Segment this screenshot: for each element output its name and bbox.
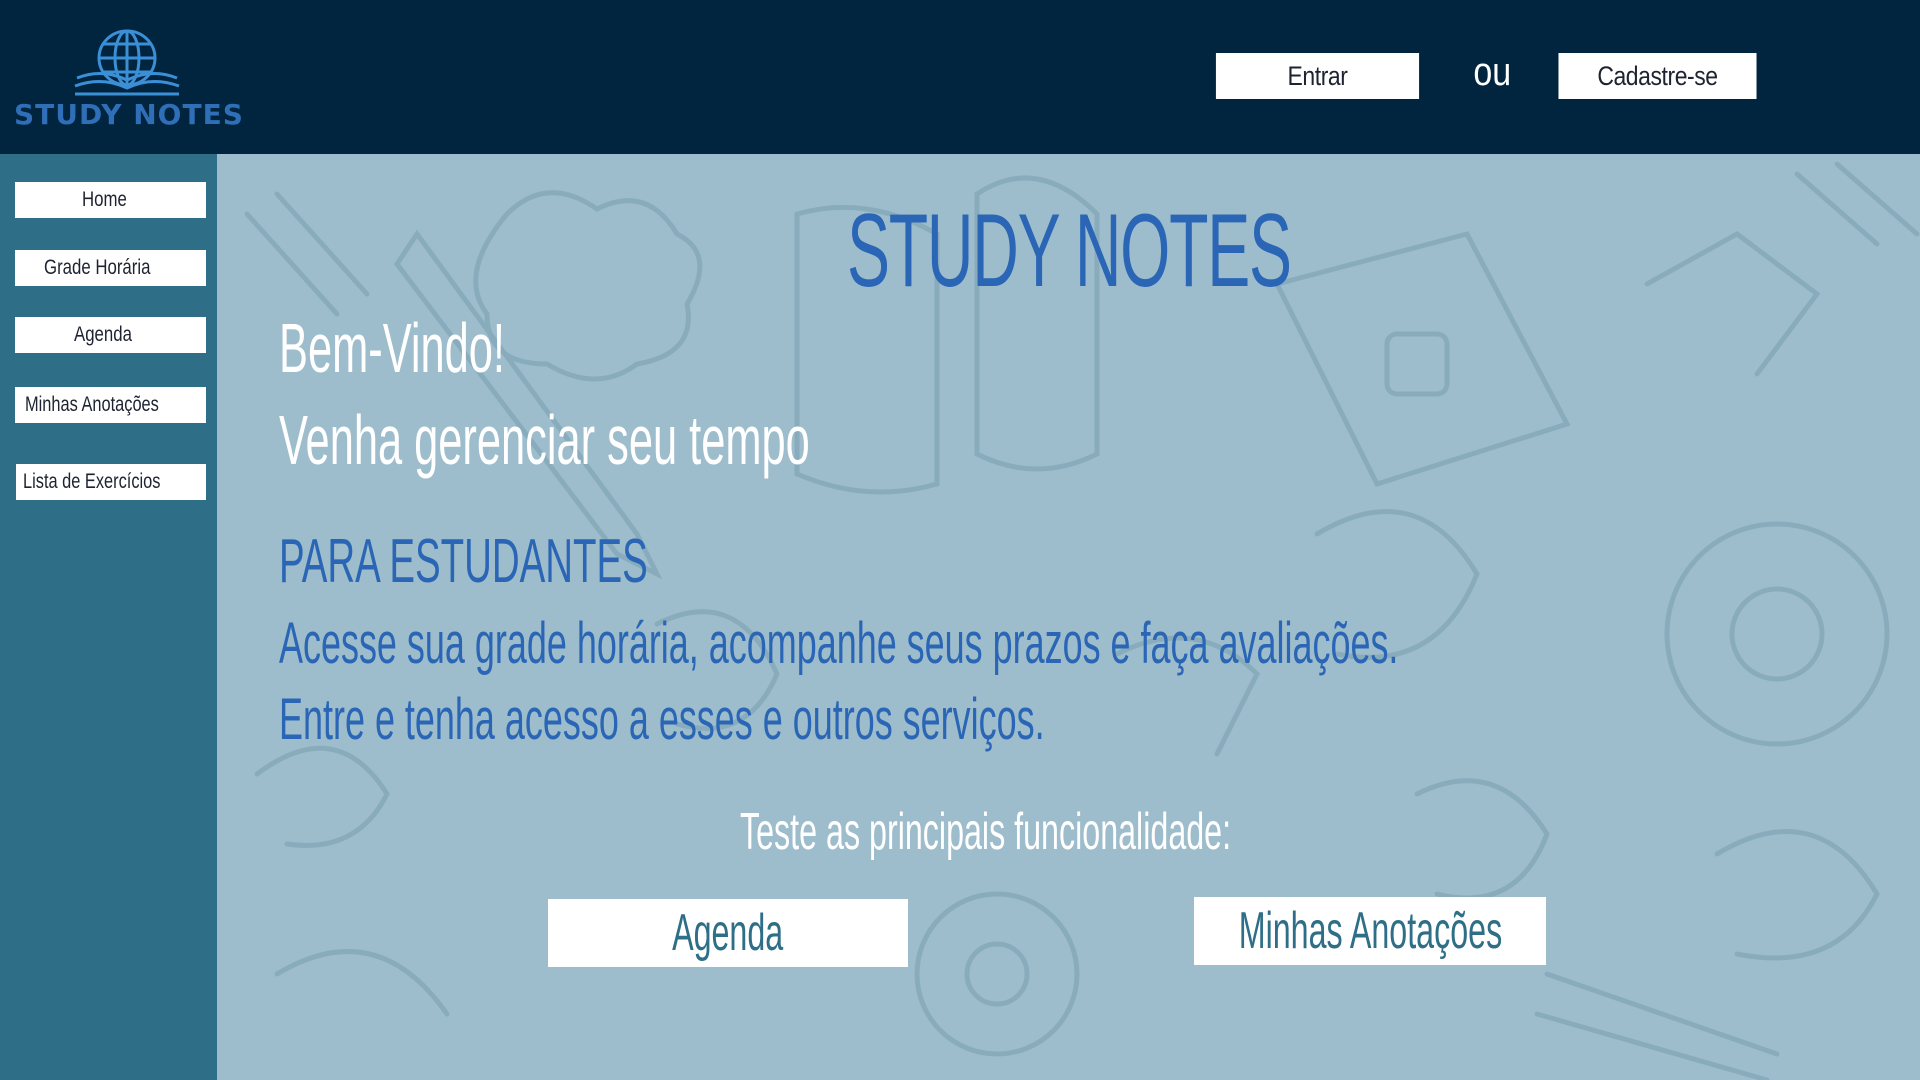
welcome-subheading: Venha gerenciar seu tempo [279,401,810,479]
sidebar-item-grade-horaria[interactable]: Grade Horária [15,250,206,286]
sidebar-item-label: Grade Horária [43,256,151,279]
hero-title-text: STUDY NOTES [847,193,1292,309]
feature-button-label: Agenda [672,904,784,962]
feature-minhas-anotacoes-button[interactable]: Minhas Anotações [1194,897,1546,965]
students-heading: PARA ESTUDANTES [279,526,874,597]
study-notes-logo[interactable]: STUDY NOTES [14,28,244,138]
sidebar-item-label: Minhas Anotações [24,393,159,416]
or-separator: ou [1473,50,1512,94]
globe-book-icon [74,29,180,96]
feature-button-label: Minhas Anotações [1238,902,1502,960]
sidebar-item-label: Home [82,188,128,211]
sidebar: Home Grade Horária Agenda Minhas Anotaçõ… [0,154,217,1080]
sidebar-item-lista-exercicios[interactable]: Lista de Exercícios [16,464,206,500]
students-description: Acesse sua grade horária, acompanhe seus… [279,606,1920,758]
test-prompt-text: Teste as principais funcionalidade: [740,803,1232,861]
welcome-heading: Bem-Vindo! [279,309,505,387]
welcome-block: Bem-Vindo! Venha gerenciar seu tempo [279,302,1135,486]
top-navbar: STUDY NOTES Entrar ou Cadastre-se [0,0,1920,154]
hero-title: STUDY NOTES [847,192,1563,311]
sidebar-item-home[interactable]: Home [15,182,206,218]
logo-text: STUDY NOTES [14,98,244,131]
students-heading-text: PARA ESTUDANTES [279,527,648,596]
sidebar-item-agenda[interactable]: Agenda [15,317,206,353]
test-prompt: Teste as principais funcionalidade: [740,802,1532,862]
sidebar-item-label: Lista de Exercícios [22,470,161,493]
main-content: STUDY NOTES Bem-Vindo! Venha gerenciar s… [217,154,1920,1080]
sidebar-item-label: Agenda [74,323,133,346]
sidebar-item-minhas-anotacoes[interactable]: Minhas Anotações [15,387,206,423]
signup-button[interactable]: Cadastre-se [1558,53,1757,99]
feature-agenda-button[interactable]: Agenda [548,899,908,967]
students-line-1: Acesse sua grade horária, acompanhe seus… [279,611,1399,676]
login-button[interactable]: Entrar [1215,53,1420,99]
students-line-2: Entre e tenha acesso a esses e outros se… [279,687,1045,752]
